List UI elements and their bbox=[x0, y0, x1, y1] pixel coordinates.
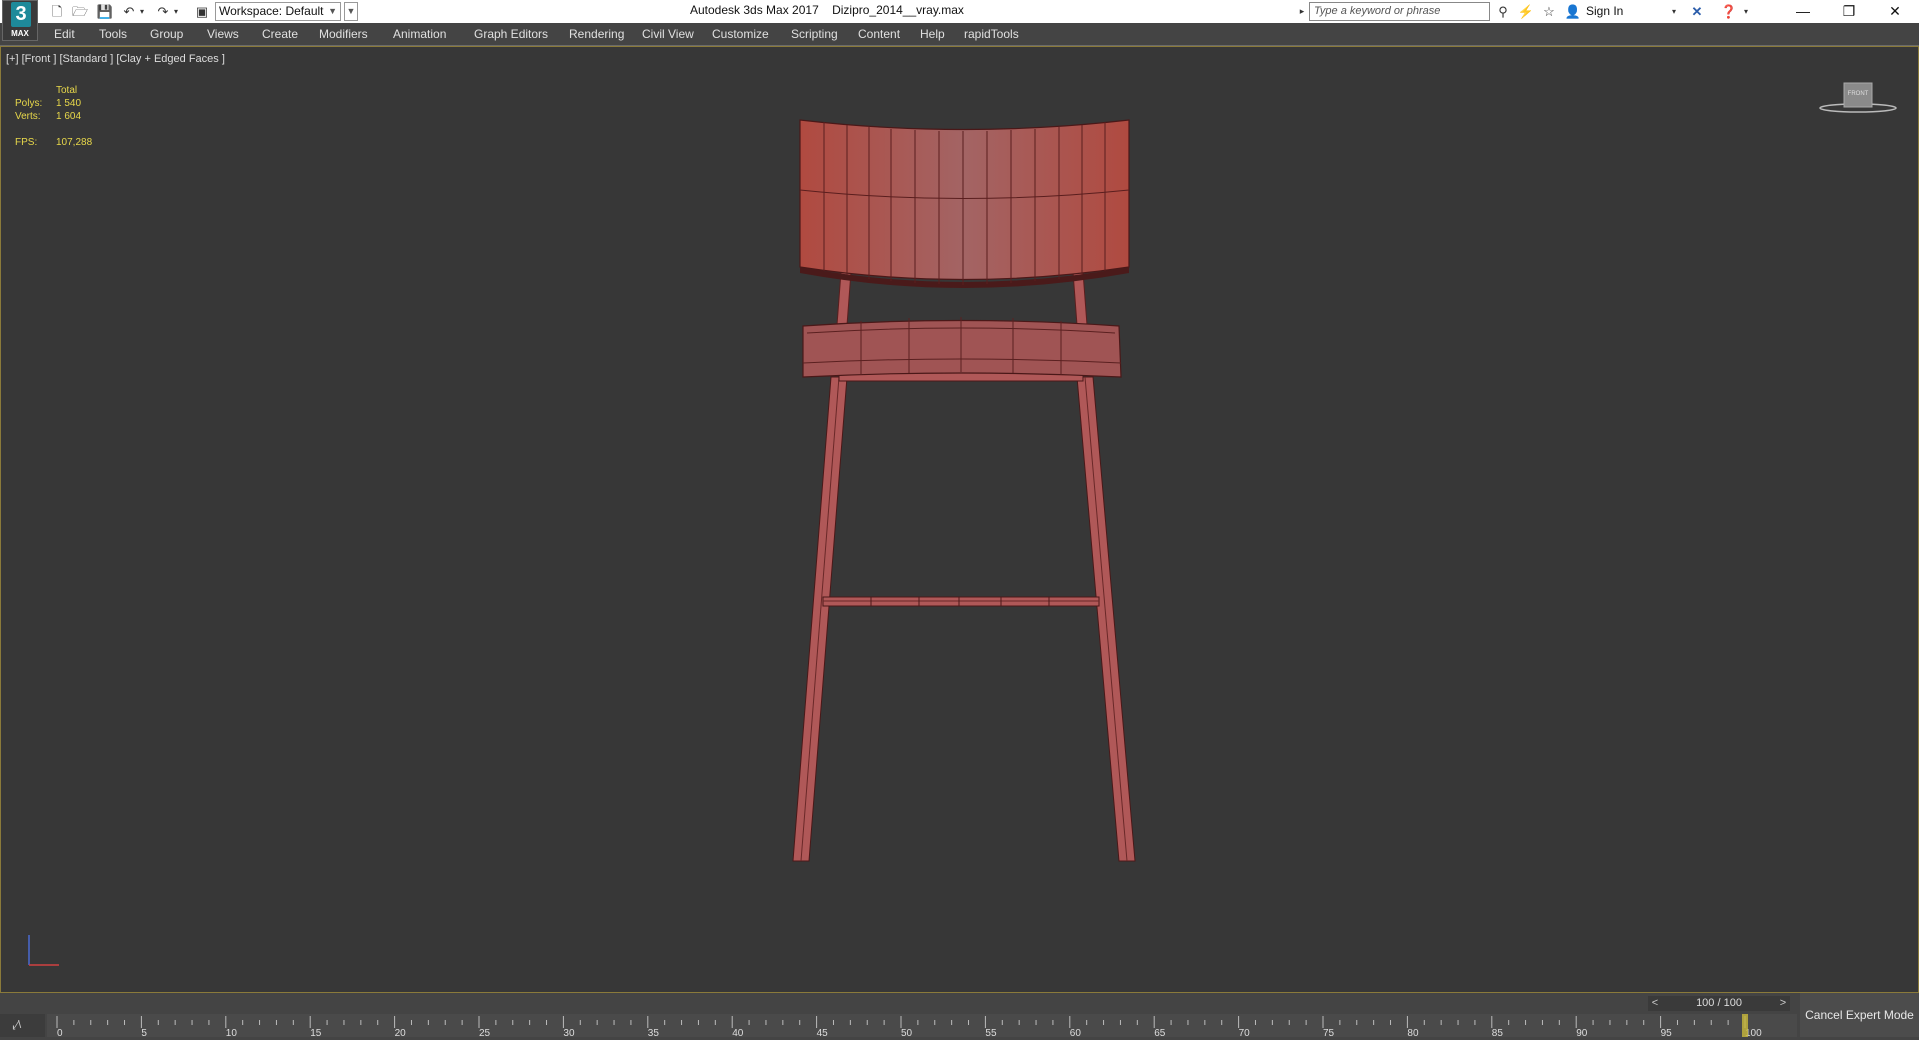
undo-icon[interactable]: ↶ bbox=[120, 3, 138, 20]
bottom-bar: < 100 / 100 > ⸤⁄\ 0 5 10 15 20 25 30 35 40 45 50 55… bbox=[0, 993, 1919, 1039]
curve-icon: ⸤⁄\ bbox=[12, 1019, 22, 1031]
timeline-tick-label: 10 bbox=[226, 1028, 238, 1037]
help-icon[interactable]: ❓ bbox=[1720, 3, 1738, 20]
cancel-expert-mode-button[interactable]: Cancel Expert Mode bbox=[1800, 993, 1919, 1037]
track-bar[interactable]: 0 5 10 15 20 25 30 35 40 45 50 55 60 65 70 75 80 85 90 95 10… bbox=[47, 1014, 1797, 1039]
menu-scripting[interactable]: Scripting bbox=[791, 27, 838, 41]
timeline-tick-label: 60 bbox=[1070, 1028, 1082, 1037]
viewport-front[interactable]: [+] [Front ] [Standard ] [Clay + Edged F… bbox=[0, 46, 1919, 993]
timeline-tick-label: 30 bbox=[563, 1028, 575, 1037]
redo-dropdown-icon[interactable]: ▾ bbox=[171, 3, 181, 20]
menu-rapidtools[interactable]: rapidTools bbox=[964, 27, 1019, 41]
help-dropdown-icon[interactable]: ▾ bbox=[1741, 3, 1751, 20]
timeline-tick-label: 35 bbox=[648, 1028, 660, 1037]
menu-customize[interactable]: Customize bbox=[712, 27, 769, 41]
menu-rendering[interactable]: Rendering bbox=[569, 27, 624, 41]
application-menu-button[interactable]: 3 MAX bbox=[2, 0, 38, 41]
timeline-tick-label: 75 bbox=[1323, 1028, 1335, 1037]
timeline-tick-label: 70 bbox=[1239, 1028, 1251, 1037]
backrest bbox=[799, 119, 1130, 288]
menu-animation[interactable]: Animation bbox=[393, 27, 446, 41]
timeline-tick-label: 45 bbox=[817, 1028, 829, 1037]
chevron-down-icon: ▼ bbox=[328, 6, 337, 16]
menu-civil-view[interactable]: Civil View bbox=[642, 27, 694, 41]
search-expand-icon[interactable]: ▸ bbox=[1297, 3, 1307, 20]
save-icon[interactable]: 💾 bbox=[96, 3, 114, 20]
undo-dropdown-icon[interactable]: ▾ bbox=[137, 3, 147, 20]
menu-content[interactable]: Content bbox=[858, 27, 900, 41]
timeline-tick-label: 85 bbox=[1492, 1028, 1504, 1037]
timeline-tick-label: 40 bbox=[732, 1028, 744, 1037]
seat bbox=[802, 317, 1122, 378]
timeline-tick-label: 25 bbox=[479, 1028, 491, 1037]
next-frame-button[interactable]: > bbox=[1776, 996, 1790, 1011]
menu-modifiers[interactable]: Modifiers bbox=[319, 27, 368, 41]
quick-access-customize-icon[interactable]: ▼ bbox=[344, 2, 358, 21]
restore-icon[interactable]: ❐ bbox=[1826, 0, 1872, 23]
binoculars-icon[interactable]: ⚲ bbox=[1494, 3, 1512, 20]
close-icon[interactable]: ✕ bbox=[1872, 0, 1918, 23]
previous-frame-button[interactable]: < bbox=[1648, 996, 1662, 1011]
timeline-tick-label: 15 bbox=[310, 1028, 322, 1037]
time-slider[interactable]: < 100 / 100 > bbox=[1648, 996, 1790, 1011]
sign-in-button[interactable]: Sign In bbox=[1586, 4, 1623, 18]
timeline-tick-label: 0 bbox=[57, 1028, 63, 1037]
menu-help[interactable]: Help bbox=[920, 27, 945, 41]
search-input[interactable]: Type a keyword or phrase bbox=[1309, 2, 1490, 21]
menu-tools[interactable]: Tools bbox=[99, 27, 127, 41]
open-file-icon[interactable]: 🗁 bbox=[71, 3, 89, 20]
sign-in-dropdown-icon[interactable]: ▾ bbox=[1669, 3, 1679, 20]
timeline-tick-label: 95 bbox=[1661, 1028, 1673, 1037]
chair-model[interactable] bbox=[1, 47, 1918, 992]
frame-counter: 100 / 100 bbox=[1696, 997, 1742, 1009]
chair-legs bbox=[792, 376, 1136, 862]
minimize-icon[interactable]: — bbox=[1780, 0, 1826, 23]
menu-edit[interactable]: Edit bbox=[54, 27, 75, 41]
app-logo-text: MAX bbox=[11, 29, 29, 38]
menu-create[interactable]: Create bbox=[262, 27, 298, 41]
menu-bar: Edit Tools Group Views Create Modifiers … bbox=[0, 23, 1919, 46]
user-icon: 👤 bbox=[1564, 4, 1582, 19]
redo-icon[interactable]: ↷ bbox=[154, 3, 172, 20]
title-bar: 🗋 🗁 💾 ↶ ▾ ↷ ▾ ▣ Workspace: Default ▼ ▼ A… bbox=[0, 0, 1919, 23]
timeline-tick-label: 80 bbox=[1407, 1028, 1419, 1037]
current-frame-marker[interactable] bbox=[1742, 1014, 1748, 1037]
project-folder-icon[interactable]: ▣ bbox=[193, 3, 211, 20]
timeline-tick-label: 20 bbox=[395, 1028, 407, 1037]
timeline-tick-label: 55 bbox=[985, 1028, 997, 1037]
track-bar-ticks: 0 5 10 15 20 25 30 35 40 45 50 55 60 65 70 75 80 85 90 95 10… bbox=[56, 1014, 1762, 1039]
window-title: Autodesk 3ds Max 2017 Dizipro_2014__vray… bbox=[690, 3, 964, 17]
menu-group[interactable]: Group bbox=[150, 27, 183, 41]
menu-graph-editors[interactable]: Graph Editors bbox=[474, 27, 548, 41]
app-logo-number: 3 bbox=[11, 2, 31, 27]
autodesk-exchange-icon[interactable]: ✕ bbox=[1688, 3, 1706, 20]
workspace-dropdown[interactable]: Workspace: Default ▼ bbox=[215, 2, 341, 21]
new-file-icon[interactable]: 🗋 bbox=[48, 3, 66, 20]
timeline-tick-label: 5 bbox=[141, 1028, 147, 1037]
favorites-star-icon[interactable]: ☆ bbox=[1540, 3, 1558, 20]
timeline-tick-label: 65 bbox=[1154, 1028, 1166, 1037]
timeline-tick-label: 50 bbox=[901, 1028, 913, 1037]
stretcher-bar bbox=[822, 596, 1100, 607]
mini-curve-editor-toggle[interactable]: ⸤⁄\ bbox=[0, 1014, 45, 1037]
menu-views[interactable]: Views bbox=[207, 27, 239, 41]
workspace-label: Workspace: Default bbox=[219, 4, 324, 18]
timeline-tick-label: 90 bbox=[1576, 1028, 1588, 1037]
communication-center-icon[interactable]: ⚡ bbox=[1517, 3, 1535, 20]
